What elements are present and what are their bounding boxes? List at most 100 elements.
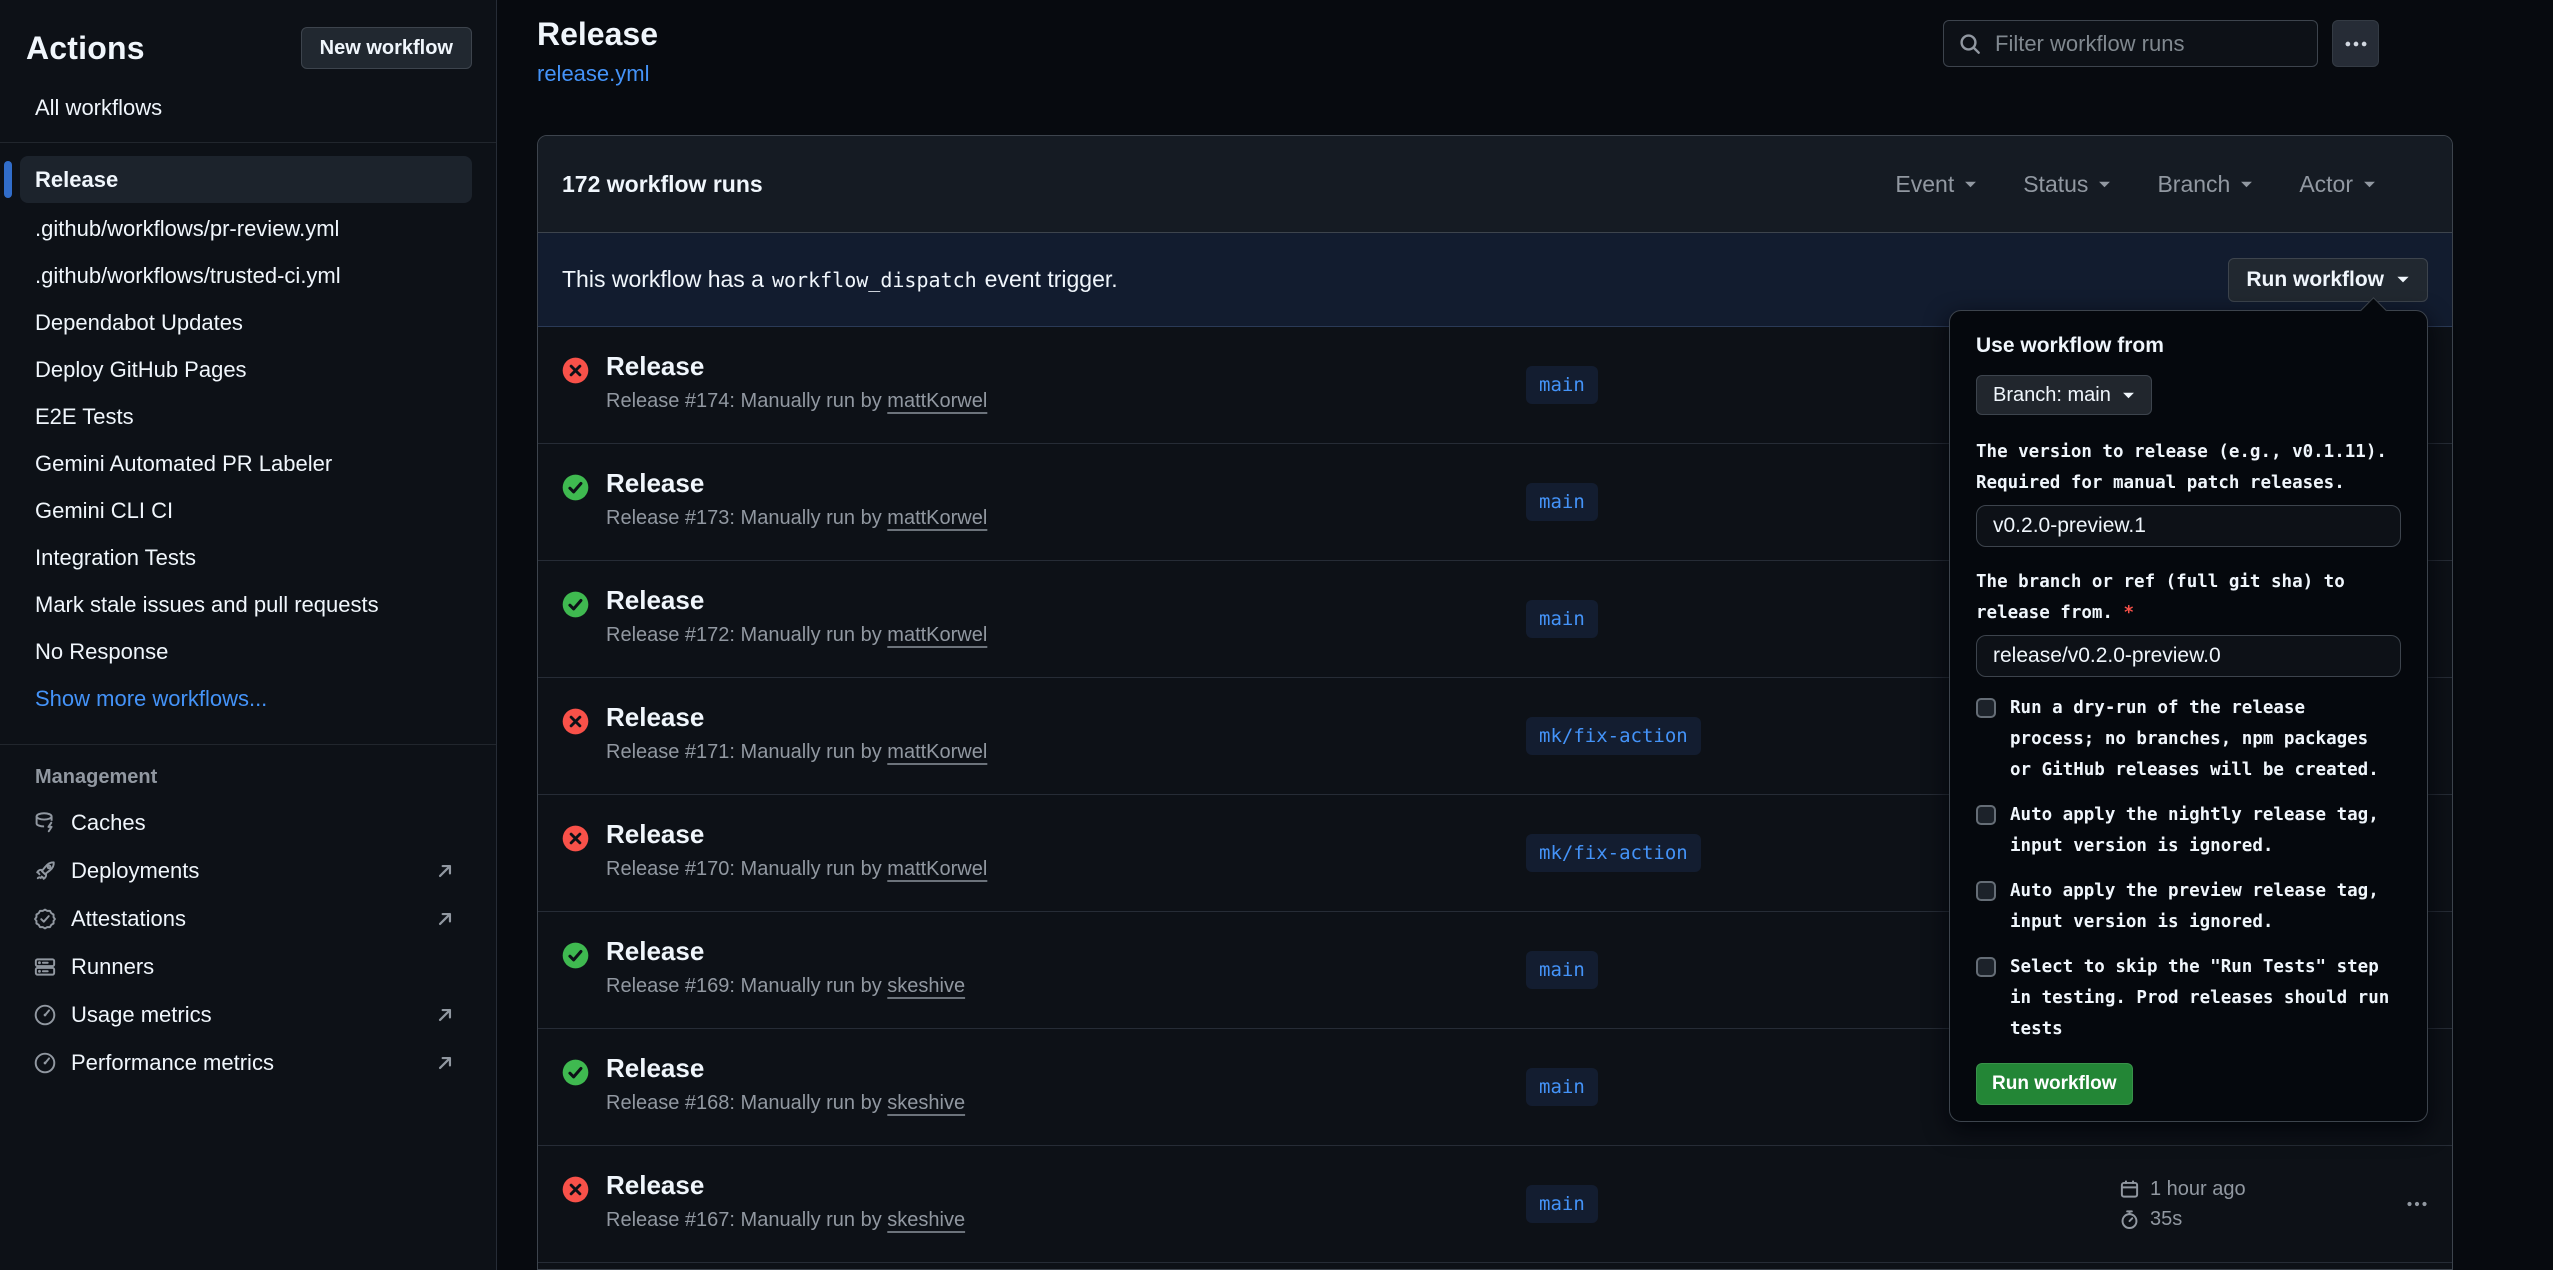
runs-list-header: 172 workflow runs EventStatusBranchActor	[538, 136, 2452, 233]
sidebar-item-label: Runners	[71, 954, 154, 980]
checkbox-label[interactable]: Auto apply the preview release tag, inpu…	[2010, 876, 2390, 938]
run-title-link[interactable]: Release	[606, 936, 704, 966]
run-meta: 1 hour ago35s	[2119, 1178, 2359, 1231]
rocket-icon	[33, 859, 57, 883]
workflow-file-link[interactable]: release.yml	[537, 61, 649, 87]
sidebar-item-label: Performance metrics	[71, 1050, 274, 1076]
sidebar-item-e2e-tests[interactable]: E2E Tests	[0, 393, 496, 440]
new-workflow-button[interactable]: New workflow	[301, 27, 472, 69]
checkbox[interactable]	[1976, 805, 1996, 825]
chevron-down-icon	[2396, 275, 2410, 284]
ref-input-label: The branch or ref (full git sha) to rele…	[1976, 567, 2401, 629]
branch-label[interactable]: main	[1526, 366, 1598, 404]
run-title-link[interactable]: Release	[606, 351, 704, 381]
actor-link[interactable]: skeshive	[887, 1209, 965, 1231]
actor-link[interactable]: mattKorwel	[887, 624, 987, 646]
checkbox[interactable]	[1976, 698, 1996, 718]
check-circle-icon	[562, 474, 606, 560]
filter-status-dropdown[interactable]: Status	[2023, 171, 2111, 198]
management-list: Caches Deployments Attestations Runners Usag…	[0, 799, 496, 1087]
sidebar-item-github-workflows-trusted-ci-yml[interactable]: .github/workflows/trusted-ci.yml	[0, 252, 496, 299]
branch-label[interactable]: main	[1526, 600, 1598, 638]
checkbox[interactable]	[1976, 957, 1996, 977]
sidebar-item-label: Caches	[71, 810, 146, 836]
filter-event-dropdown[interactable]: Event	[1895, 171, 1977, 198]
run-workflow-dropdown-button[interactable]: Run workflow	[2228, 258, 2428, 302]
workflow-options-button[interactable]	[2332, 20, 2379, 67]
actor-link[interactable]: mattKorwel	[887, 507, 987, 529]
branch-label[interactable]: mk/fix-action	[1526, 834, 1701, 872]
actor-link[interactable]: skeshive	[887, 1092, 965, 1114]
sidebar-item-attestations[interactable]: Attestations	[0, 895, 496, 943]
chevron-down-icon	[2122, 391, 2135, 400]
ref-input[interactable]	[1976, 635, 2401, 677]
sidebar-item-deployments[interactable]: Deployments	[0, 847, 496, 895]
run-options-button[interactable]	[2359, 1192, 2452, 1216]
sidebar-item-mark-stale-issues-and-pull-requests[interactable]: Mark stale issues and pull requests	[0, 581, 496, 628]
sidebar-item-dependabot-updates[interactable]: Dependabot Updates	[0, 299, 496, 346]
run-title-link[interactable]: Release	[606, 468, 704, 498]
run-workflow-dropdown: Use workflow from Branch: main The versi…	[1949, 310, 2428, 1122]
required-asterisk: *	[2124, 603, 2135, 623]
run-title-link[interactable]: Release	[606, 702, 704, 732]
run-title-link[interactable]: Release	[606, 819, 704, 849]
sidebar-item-runners[interactable]: Runners	[0, 943, 496, 991]
sidebar-item-release[interactable]: Release	[20, 156, 472, 203]
workflow-run-row	[538, 1263, 2452, 1270]
sidebar-show-more-workflows[interactable]: Show more workflows...	[0, 675, 496, 722]
arrow-up-right-icon	[434, 1052, 456, 1074]
sidebar-item-gemini-cli-ci[interactable]: Gemini CLI CI	[0, 487, 496, 534]
runs-filterbar: Event Status Branch Actor	[1895, 171, 2376, 198]
x-circle-icon	[562, 825, 606, 911]
run-description: Release #174: Manually run by mattKorwel	[606, 390, 1526, 413]
run-title-link[interactable]: Release	[606, 1053, 704, 1083]
actor-link[interactable]: mattKorwel	[887, 390, 987, 412]
run-description: Release #172: Manually run by mattKorwel	[606, 624, 1526, 647]
page-title: Release	[537, 16, 658, 52]
sidebar-item-usage-metrics[interactable]: Usage metrics	[0, 991, 496, 1039]
sidebar-divider	[0, 142, 496, 143]
branch-label[interactable]: main	[1526, 483, 1598, 521]
branch-label[interactable]: main	[1526, 1068, 1598, 1106]
filter-branch-dropdown[interactable]: Branch	[2157, 171, 2253, 198]
branch-selector-button[interactable]: Branch: main	[1976, 375, 2152, 415]
sidebar-item-all-workflows[interactable]: All workflows	[35, 96, 496, 120]
filter-workflow-runs-box[interactable]	[1943, 20, 2318, 67]
dropdown-checkbox-row-4: Select to skip the "Run Tests" step in t…	[1976, 952, 2401, 1045]
actor-link[interactable]: skeshive	[887, 975, 965, 997]
branch-label[interactable]: main	[1526, 1185, 1598, 1223]
stopwatch-icon	[2119, 1209, 2140, 1230]
checkbox-label[interactable]: Auto apply the nightly release tag, inpu…	[2010, 800, 2390, 862]
kebab-icon	[2343, 31, 2369, 57]
checkbox-label[interactable]: Select to skip the "Run Tests" step in t…	[2010, 952, 2390, 1045]
dropdown-title: Use workflow from	[1976, 333, 2401, 359]
actor-link[interactable]: mattKorwel	[887, 741, 987, 763]
chevron-down-icon	[2240, 180, 2253, 189]
sidebar-item-github-workflows-pr-review-yml[interactable]: .github/workflows/pr-review.yml	[0, 205, 496, 252]
branch-label[interactable]: mk/fix-action	[1526, 717, 1701, 755]
filter-actor-dropdown[interactable]: Actor	[2299, 171, 2376, 198]
sidebar-item-deploy-github-pages[interactable]: Deploy GitHub Pages	[0, 346, 496, 393]
sidebar-item-label: Attestations	[71, 906, 186, 932]
actor-link[interactable]: mattKorwel	[887, 858, 987, 880]
checkbox[interactable]	[1976, 881, 1996, 901]
chevron-down-icon	[2363, 180, 2376, 189]
sidebar-item-gemini-automated-pr-labeler[interactable]: Gemini Automated PR Labeler	[0, 440, 496, 487]
sidebar-item-integration-tests[interactable]: Integration Tests	[0, 534, 496, 581]
sidebar-item-no-response[interactable]: No Response	[0, 628, 496, 675]
filter-workflow-runs-input[interactable]	[1993, 30, 2303, 58]
sidebar-item-performance-metrics[interactable]: Performance metrics	[0, 1039, 496, 1087]
chevron-down-icon	[2098, 180, 2111, 189]
x-circle-icon	[562, 1176, 606, 1262]
workflow-run-row[interactable]: ReleaseRelease #167: Manually run by ske…	[538, 1146, 2452, 1263]
branch-label[interactable]: main	[1526, 951, 1598, 989]
version-input[interactable]	[1976, 505, 2401, 547]
sidebar-item-caches[interactable]: Caches	[0, 799, 496, 847]
checkbox-label[interactable]: Run a dry-run of the release process; no…	[2010, 693, 2390, 786]
run-workflow-submit-button[interactable]: Run workflow	[1976, 1063, 2133, 1105]
check-circle-icon	[562, 591, 606, 677]
run-title-link[interactable]: Release	[606, 585, 704, 615]
chevron-down-icon	[1964, 180, 1977, 189]
run-description: Release #173: Manually run by mattKorwel	[606, 507, 1526, 530]
run-title-link[interactable]: Release	[606, 1170, 704, 1200]
